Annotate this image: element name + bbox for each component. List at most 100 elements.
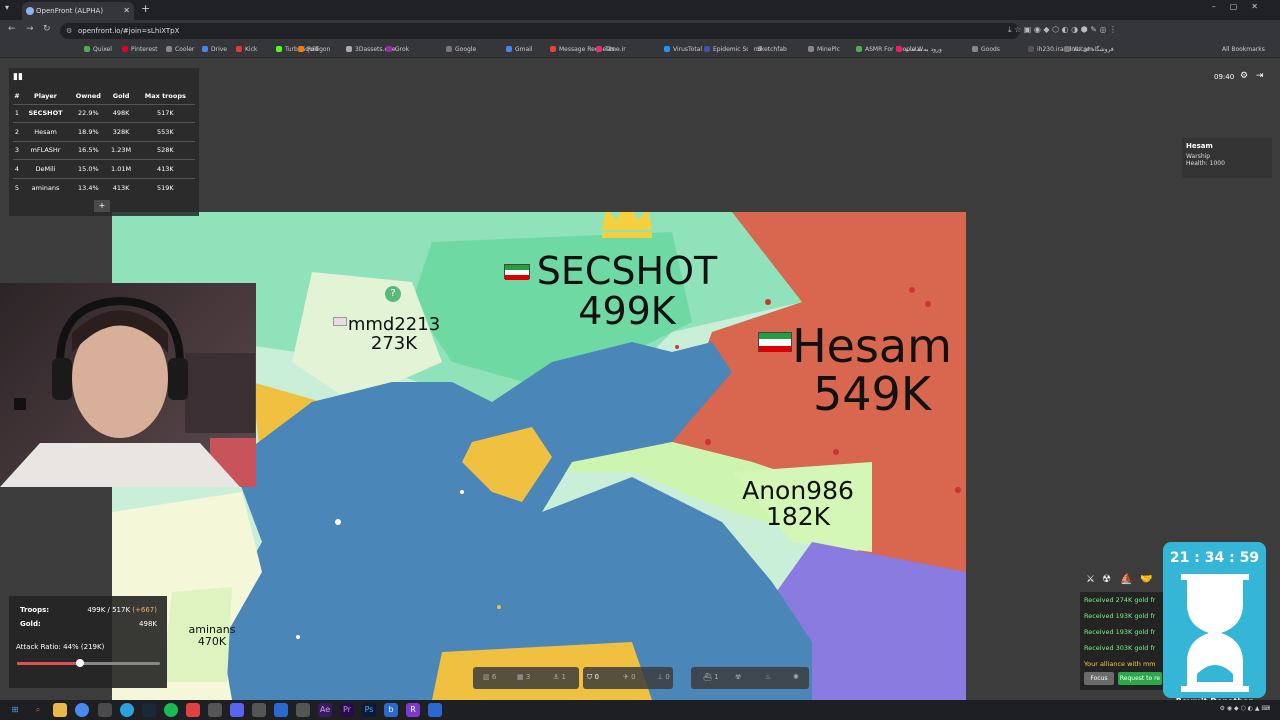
leaderboard-row[interactable]: 5 aminans 13.4% 413K 519K [13,177,195,197]
exit-icon[interactable]: ⇥ [1256,71,1264,81]
address-bar[interactable]: ⚙ openfront.io/#join=sLhiXTpX [60,23,1020,39]
bookmark-item[interactable]: MinePlc [808,46,840,53]
browser-tab[interactable]: OpenFront (ALPHA) ✕ [22,2,134,20]
hydrogen-bomb-button[interactable]: ♨ [765,673,771,681]
system-tray[interactable]: ⚙ ◉ ◆ ⬡ ◐ ▲ ⌨ [1220,705,1270,712]
discord-icon[interactable] [230,703,244,717]
col-owned[interactable]: Owned [70,88,106,104]
sam-launcher-button[interactable]: ✈ 0 [623,673,636,681]
leaderboard-icon[interactable]: ▮▮ [13,72,23,82]
troops-value-wrap: 499K / 517K (+667) [87,606,157,614]
city-button[interactable]: ▥ 6 [483,673,496,681]
crown-icon [602,212,652,238]
bookmark-item[interactable]: ورود به سامانه [896,46,942,53]
player-label-anon[interactable]: Anon986 182K [734,477,862,531]
port-button[interactable]: ⚓ 1 [553,673,566,681]
search-icon[interactable]: ⌕ [31,703,45,717]
premiere-icon[interactable]: Pr [340,703,354,717]
new-tab-icon[interactable]: + [141,2,150,15]
app-icon[interactable] [98,703,112,717]
settings-gear-icon[interactable]: ⚙ [1240,71,1248,81]
tab-search-icon[interactable]: ▾ [5,3,9,12]
alliance-icon[interactable]: 🤝 [1140,574,1152,585]
leaderboard-expand-button[interactable]: + [94,200,110,212]
bookmark-item[interactable]: Google [446,46,476,53]
owned-cell: 22.9% [70,103,107,123]
app-icon[interactable] [252,703,266,717]
player-label-hesam[interactable]: Hesam 549K [792,322,952,419]
app-icon[interactable] [274,703,288,717]
blender-icon[interactable]: b [384,703,398,717]
col-player[interactable]: Player [21,88,70,104]
start-icon[interactable]: ⊞ [8,703,22,717]
bookmark-item[interactable]: Polligon [298,46,330,53]
telegram-icon[interactable] [120,703,134,717]
attack-ratio-label: Attack Ratio: 44% (219K) [16,643,105,651]
bookmark-item[interactable]: Grok [386,46,409,53]
tab-favicon-icon [26,7,34,15]
bookmark-item[interactable]: فروشگاه ای کالا [1064,46,1114,53]
factory-button[interactable]: ▦ 3 [517,673,530,681]
bookmark-item[interactable]: Gmail [506,46,533,53]
player-label-mmd[interactable]: mmd2213 273K [344,315,444,354]
owned-cell: 16.5% [70,140,107,160]
bookmark-label: ورود به سامانه [905,46,942,53]
attack-icon[interactable]: ⚔ [1086,574,1095,585]
reload-icon[interactable]: ↻ [43,24,51,34]
leaderboard-row[interactable]: 3 mFLASHr 16.5% 1.23M 528K [13,140,195,160]
mirv-button[interactable]: ✺ [793,673,799,681]
spotify-icon[interactable] [164,703,178,717]
bookmark-label: Grok [395,46,410,53]
file-explorer-icon[interactable] [53,703,67,717]
countdown-timer: 21 : 34 : 59 [1169,550,1260,566]
bookmark-favicon-icon [664,46,670,52]
unknown-marker-icon[interactable]: ? [385,286,401,302]
missile-silo-button[interactable]: ⊥ 0 [657,673,670,681]
bookmark-item[interactable]: Quixel [84,46,112,53]
attack-ratio-knob[interactable] [75,659,84,667]
steam-icon[interactable] [142,703,156,717]
focus-button[interactable]: Focus [1084,672,1114,685]
defense-post-button[interactable]: ⛉ 0 [587,673,599,682]
nuke-icon[interactable]: ☢ [1102,574,1111,585]
col-max-troops[interactable]: Max troops [136,88,195,104]
countdown-overlay: 21 : 34 : 59 [1163,542,1266,698]
app-icon[interactable] [296,703,310,717]
col-gold[interactable]: Gold [107,88,136,104]
bookmark-item[interactable]: Kick [236,46,257,53]
after-effects-icon[interactable]: Ae [318,703,332,717]
bookmark-item[interactable]: Sketchfab [748,46,787,53]
bookmark-item[interactable]: Pinterest [122,46,158,53]
bookmark-item[interactable]: Goods [972,46,1000,53]
all-bookmarks-button[interactable]: All Bookmarks [1222,46,1265,53]
request-button[interactable]: Request to re [1118,672,1162,685]
photoshop-icon[interactable]: Ps [362,703,376,717]
player-label-aminans[interactable]: aminans 470K [182,624,242,647]
atom-bomb-button[interactable]: ☢ [735,673,741,681]
boat-icon[interactable]: ⛵ [1120,574,1132,585]
app-icon[interactable] [186,703,200,717]
warship-button[interactable]: ⛴ 1 [703,673,719,681]
forward-icon[interactable]: → [26,24,34,34]
player-label-secshot[interactable]: SECSHOT 499K [532,251,722,332]
leaderboard-row[interactable]: 2 Hesam 18.9% 328K 553K [13,122,195,141]
leaderboard-row[interactable]: 4 DeMili 15.0% 1.01M 413K [13,159,195,178]
attack-ratio-slider[interactable] [17,659,160,667]
bookmark-item[interactable]: Cooler [166,46,194,53]
bookmark-favicon-icon [748,46,754,52]
bookmark-item[interactable]: VirusTotal [664,46,702,53]
window-controls[interactable]: –▢✕ [1212,2,1272,11]
extension-icons[interactable]: ⤓ ☆ ▣ ◉ ◆ ⬡ ◐ ◑ ⬢ ✎ ◎ ⋮ [1008,25,1117,35]
app-icon[interactable]: R [406,703,420,717]
bookmark-item[interactable]: Time.ir [596,46,626,53]
bookmark-item[interactable]: Drive [202,46,227,53]
game-viewport[interactable]: ? SECSHOT 499K Hesam 549K mmd2213 273K A… [0,58,1280,706]
back-icon[interactable]: ← [8,24,16,34]
obs-icon[interactable] [208,703,222,717]
site-info-icon[interactable]: ⚙ [66,23,72,39]
player-troops: 549K [813,367,931,422]
app-icon[interactable] [428,703,442,717]
chrome-icon[interactable] [75,703,89,717]
leaderboard-row[interactable]: 1 SECSHOT 22.9% 498K 517K [13,103,195,123]
tab-close-icon[interactable]: ✕ [123,2,130,20]
